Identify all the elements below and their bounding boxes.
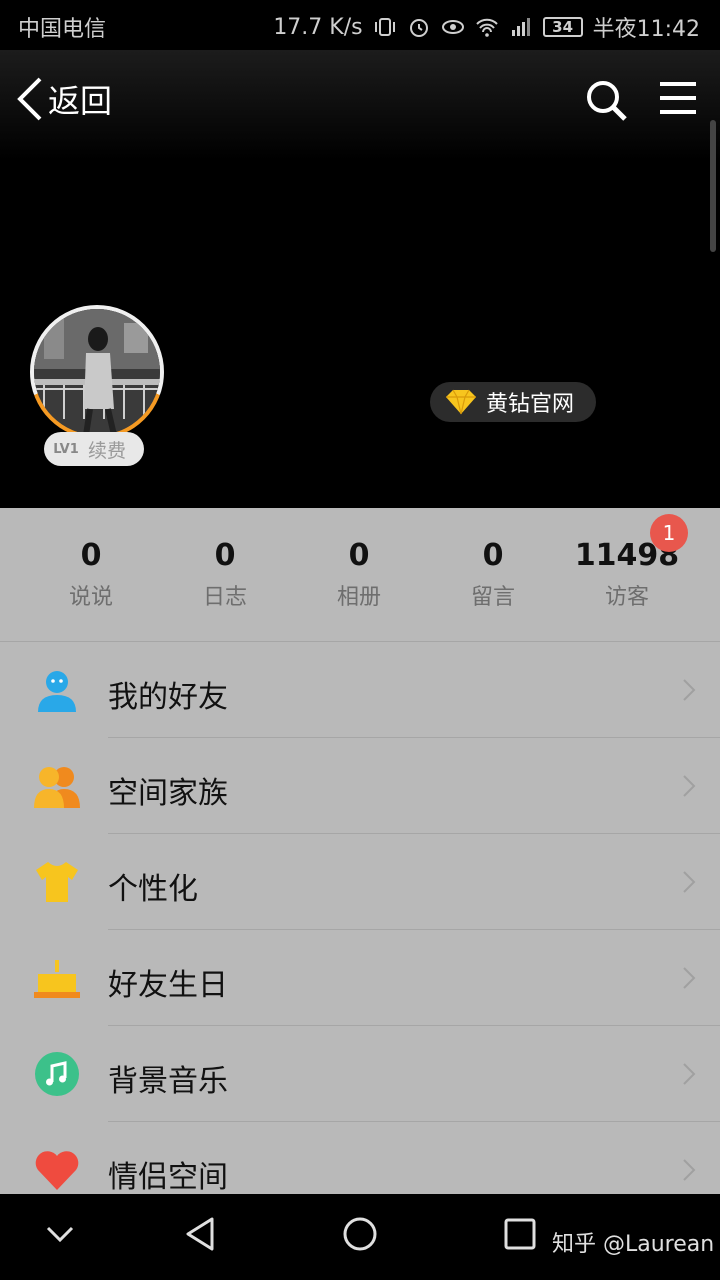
vibrate-icon (374, 18, 395, 36)
network-speed: 17.7 K/s (273, 14, 363, 40)
stat-label: 相册 (336, 585, 381, 610)
friends-icon (38, 671, 76, 712)
top-header: 返回 (0, 50, 720, 160)
home-circle-icon[interactable] (342, 1216, 378, 1252)
family-icon (34, 767, 80, 808)
eye-icon (441, 20, 464, 34)
search-icon[interactable] (584, 78, 628, 122)
stat-value: 0 (80, 538, 102, 573)
content-panel: 0 说说 0 日志 0 相册 0 留言 11498 访客 1 我的好友 空间家族… (0, 508, 720, 1194)
menu-item-personalize[interactable]: 个性化 (0, 834, 720, 930)
chevron-right-icon (683, 967, 696, 989)
level-badge[interactable]: LV1 续费 (44, 432, 144, 466)
menu-icon[interactable] (658, 80, 698, 116)
stat-label: 留言 (470, 585, 515, 610)
scrollbar[interactable] (710, 120, 716, 252)
menu-item-label: 背景音乐 (108, 1064, 228, 1099)
chevron-right-icon (683, 679, 696, 701)
stat-label: 说说 (68, 585, 113, 610)
renew-label: 续费 (88, 439, 127, 462)
diamond-icon (446, 389, 476, 415)
stat-blog[interactable]: 0 日志 (160, 538, 290, 611)
cake-icon (34, 960, 80, 998)
chevron-down-icon[interactable] (46, 1226, 74, 1244)
wifi-icon (475, 18, 498, 37)
avatar[interactable] (30, 305, 164, 439)
stat-value: 0 (214, 538, 236, 573)
heart-icon (35, 1151, 79, 1190)
menu-item-birthday[interactable]: 好友生日 (0, 930, 720, 1026)
stat-value: 0 (348, 538, 370, 573)
chevron-right-icon (683, 1159, 696, 1181)
chevron-right-icon (683, 775, 696, 797)
stat-album[interactable]: 0 相册 (294, 538, 424, 611)
music-icon (35, 1052, 79, 1096)
back-triangle-icon[interactable] (184, 1216, 216, 1252)
recents-square-icon[interactable] (504, 1218, 536, 1250)
stats-row: 0 说说 0 日志 0 相册 0 留言 11498 访客 1 (0, 508, 720, 642)
menu-item-couple[interactable]: 情侣空间 (0, 1122, 720, 1194)
back-label: 返回 (48, 82, 113, 120)
avatar-image (34, 309, 160, 435)
battery-indicator: 34 (542, 17, 583, 37)
menu-item-label: 个性化 (108, 872, 198, 907)
visitor-notification-badge: 1 (650, 514, 688, 552)
chevron-left-icon (17, 77, 42, 121)
menu-item-label: 空间家族 (108, 776, 228, 811)
stat-label: 日志 (202, 585, 247, 610)
menu-item-music[interactable]: 背景音乐 (0, 1026, 720, 1122)
clock: 半夜11:42 (592, 17, 700, 42)
avatar-photo (34, 309, 160, 435)
menu-item-friends[interactable]: 我的好友 (0, 642, 720, 738)
carrier-label: 中国电信 (18, 17, 107, 42)
stat-messages[interactable]: 0 留言 (428, 538, 558, 611)
menu-item-label: 好友生日 (108, 968, 228, 1003)
stat-shuoshuo[interactable]: 0 说说 (26, 538, 156, 611)
alarm-icon (409, 19, 428, 37)
stat-label: 访客 (604, 585, 649, 610)
menu-item-family[interactable]: 空间家族 (0, 738, 720, 834)
vip-label: 黄钻官网 (486, 392, 575, 417)
menu-list: 我的好友 空间家族 个性化 好友生日 背景音乐 情侣空间 (0, 642, 720, 1194)
watermark: 知乎 @Laurean (552, 1232, 715, 1257)
menu-item-label: 我的好友 (108, 680, 228, 715)
status-bar: 中国电信 17.7 K/s 34 半夜11:42 (0, 0, 720, 50)
system-nav-bar: 知乎 @Laurean (0, 1194, 720, 1280)
signal-icon (511, 18, 530, 36)
chevron-right-icon (683, 871, 696, 893)
level-label: LV1 (53, 441, 79, 457)
stat-value: 0 (482, 538, 504, 573)
tshirt-icon (36, 862, 78, 902)
vip-official-button[interactable]: 黄钻官网 (430, 382, 596, 422)
chevron-right-icon (683, 1063, 696, 1085)
back-button[interactable]: 返回 (16, 76, 112, 122)
menu-item-label: 情侣空间 (108, 1160, 228, 1194)
